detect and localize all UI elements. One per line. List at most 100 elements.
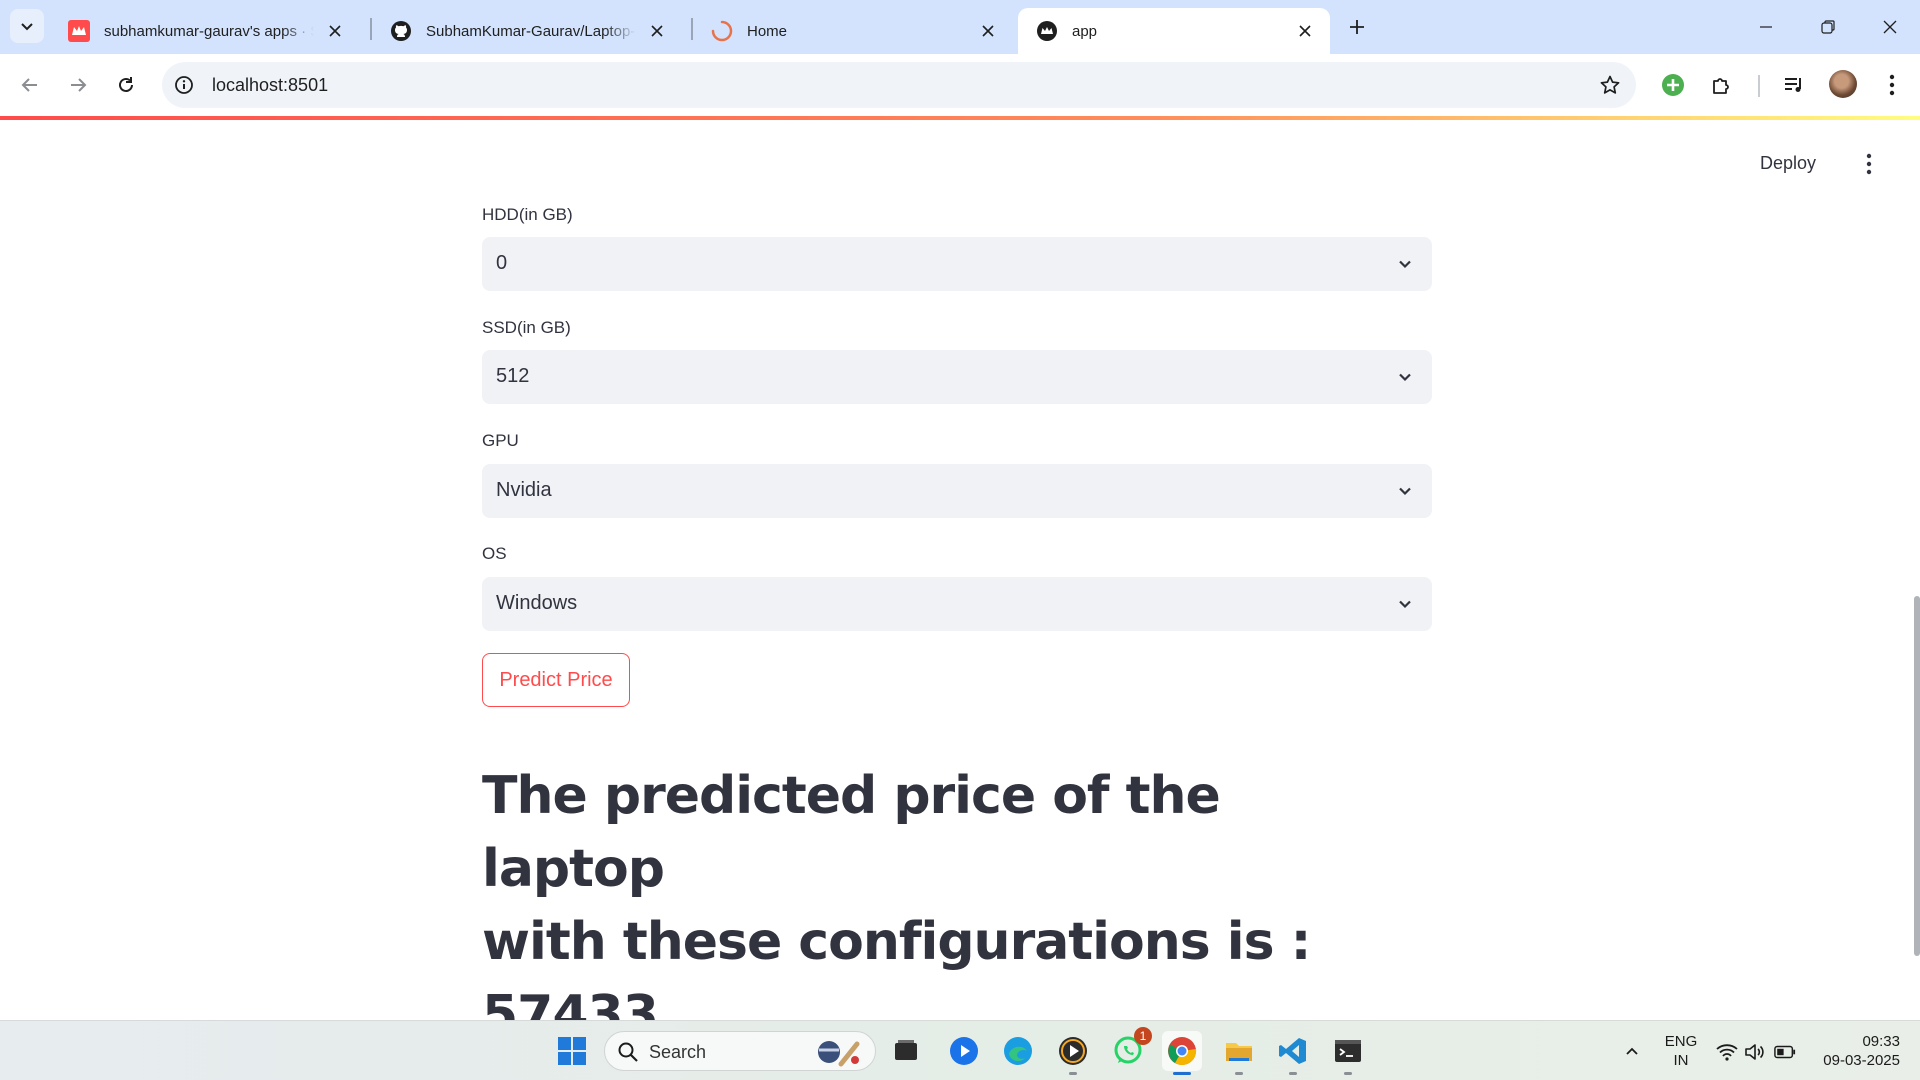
reload-button[interactable] — [110, 69, 142, 101]
extension-add-icon[interactable] — [1659, 71, 1687, 99]
streamlit-crown-icon — [68, 20, 90, 42]
tab-title: app — [1072, 22, 1098, 40]
extensions-puzzle-icon[interactable] — [1708, 71, 1736, 99]
plus-icon — [1350, 20, 1364, 34]
search-icon — [618, 1042, 638, 1062]
page-scrollbar[interactable] — [1914, 596, 1920, 956]
deploy-button[interactable]: Deploy — [1760, 153, 1816, 174]
taskbar-vscode[interactable] — [1273, 1031, 1313, 1075]
ssd-select-value: 512 — [496, 365, 530, 387]
close-icon[interactable] — [646, 20, 668, 42]
back-button[interactable] — [14, 69, 46, 101]
predict-price-button[interactable]: Predict Price — [482, 653, 630, 707]
taskbar-whatsapp[interactable]: 1 — [1108, 1027, 1152, 1071]
running-indicator — [1289, 1072, 1297, 1075]
tab-title: SubhamKumar-Gaurav/Laptop-Price-Predicto… — [426, 22, 636, 40]
battery-icon[interactable] — [1774, 1041, 1796, 1063]
tab-github-repo[interactable]: SubhamKumar-Gaurav/Laptop-Price-Predicto… — [372, 8, 682, 54]
volume-icon[interactable] — [1744, 1041, 1766, 1063]
chevron-down-icon — [1394, 366, 1416, 388]
taskbar-task-view[interactable] — [886, 1031, 926, 1071]
taskbar-file-explorer[interactable] — [1219, 1031, 1259, 1075]
task-view-icon — [895, 1040, 917, 1060]
url-text[interactable]: localhost:8501 — [212, 75, 328, 96]
chevron-down-icon — [1394, 253, 1416, 275]
chevron-down-icon — [1394, 593, 1416, 615]
language-indicator[interactable]: ENG IN — [1660, 1032, 1702, 1070]
forward-button[interactable] — [62, 69, 94, 101]
os-label: OS — [482, 544, 507, 563]
streamlit-app-icon — [1036, 20, 1058, 42]
toolbar-divider — [1758, 75, 1760, 97]
main-menu-icon[interactable] — [1860, 150, 1878, 178]
gpu-select[interactable]: Nvidia — [482, 464, 1432, 518]
os-select-value: Windows — [496, 592, 578, 614]
address-bar[interactable]: localhost:8501 — [162, 62, 1636, 108]
minimize-icon — [1760, 26, 1772, 28]
vscode-icon — [1279, 1038, 1306, 1064]
taskbar-chrome[interactable] — [1162, 1031, 1202, 1075]
tab-strip: subhamkumar-gaurav's apps · Streamlit Su… — [0, 0, 1920, 54]
search-highlight-cricket-icon — [818, 1041, 860, 1067]
tab-home[interactable]: Home — [693, 8, 1013, 54]
hdd-label: HDD(in GB) — [482, 205, 573, 224]
restore-button[interactable] — [1808, 10, 1848, 44]
gpu-label: GPU — [482, 431, 519, 450]
hdd-select[interactable]: 0 — [482, 237, 1432, 291]
taskbar-terminal[interactable] — [1328, 1031, 1368, 1075]
wifi-icon[interactable] — [1716, 1041, 1738, 1063]
minimize-button[interactable] — [1746, 10, 1786, 44]
folder-icon — [1226, 1043, 1252, 1061]
browser-menu-icon[interactable] — [1878, 71, 1906, 99]
loading-spinner-icon — [711, 20, 733, 42]
show-hidden-icons-chevron-up-icon[interactable] — [1621, 1040, 1643, 1062]
tab-title: subhamkumar-gaurav's apps · Streamlit — [104, 22, 314, 40]
media-queue-icon[interactable] — [1780, 71, 1808, 99]
hdd-select-value: 0 — [496, 252, 508, 274]
language-code: ENG — [1664, 1033, 1698, 1050]
new-tab-button[interactable] — [1342, 12, 1372, 42]
running-indicator — [1344, 1072, 1352, 1075]
ssd-select[interactable]: 512 — [482, 350, 1432, 404]
ssd-label: SSD(in GB) — [482, 318, 571, 337]
result-line: The predicted price of the laptop — [482, 766, 1221, 899]
tab-streamlit-apps[interactable]: subhamkumar-gaurav's apps · Streamlit — [50, 8, 360, 54]
running-indicator — [1173, 1072, 1191, 1075]
site-info-icon[interactable] — [172, 73, 196, 97]
close-window-button[interactable] — [1870, 10, 1910, 44]
streamlit-app: Deploy HDD(in GB) 0 SSD(in GB) 512 GPU N… — [0, 120, 1920, 1045]
bookmark-star-icon[interactable] — [1598, 73, 1622, 97]
github-icon — [390, 20, 412, 42]
profile-avatar[interactable] — [1829, 70, 1857, 98]
arrow-left-icon — [21, 78, 37, 92]
os-select[interactable]: Windows — [482, 577, 1432, 631]
taskbar-media-player[interactable] — [944, 1031, 984, 1071]
start-button[interactable] — [552, 1031, 592, 1071]
terminal-icon — [1335, 1040, 1361, 1062]
region-code: IN — [1673, 1052, 1689, 1069]
clock-time: 09:33 — [1862, 1033, 1900, 1050]
close-icon[interactable] — [1294, 20, 1316, 42]
windows-taskbar: Search 1 ENG IN 09:33 09-03-2025 — [0, 1020, 1920, 1080]
chevron-down-icon — [21, 23, 33, 31]
video-player-icon — [1059, 1037, 1087, 1065]
clock[interactable]: 09:33 09-03-2025 — [1810, 1032, 1910, 1070]
prediction-result-heading: The predicted price of the laptop with t… — [482, 760, 1362, 1052]
restore-icon — [1821, 20, 1835, 34]
notification-badge: 1 — [1134, 1027, 1152, 1045]
chrome-icon — [1168, 1037, 1197, 1065]
edge-browser-icon — [1004, 1037, 1032, 1065]
browser-toolbar: localhost:8501 — [0, 54, 1920, 116]
tab-search-button[interactable] — [10, 9, 44, 43]
taskbar-video-app[interactable] — [1053, 1031, 1093, 1075]
taskbar-search-box[interactable]: Search — [604, 1031, 876, 1071]
taskbar-edge[interactable] — [998, 1031, 1038, 1071]
close-icon[interactable] — [324, 20, 346, 42]
tab-app[interactable]: app — [1018, 8, 1330, 54]
result-line: with these configurations is : — [482, 912, 1311, 972]
running-indicator — [1235, 1072, 1243, 1075]
search-placeholder: Search — [649, 1042, 707, 1062]
windows-logo-icon — [558, 1037, 586, 1065]
arrow-right-icon — [71, 78, 87, 92]
close-icon[interactable] — [977, 20, 999, 42]
